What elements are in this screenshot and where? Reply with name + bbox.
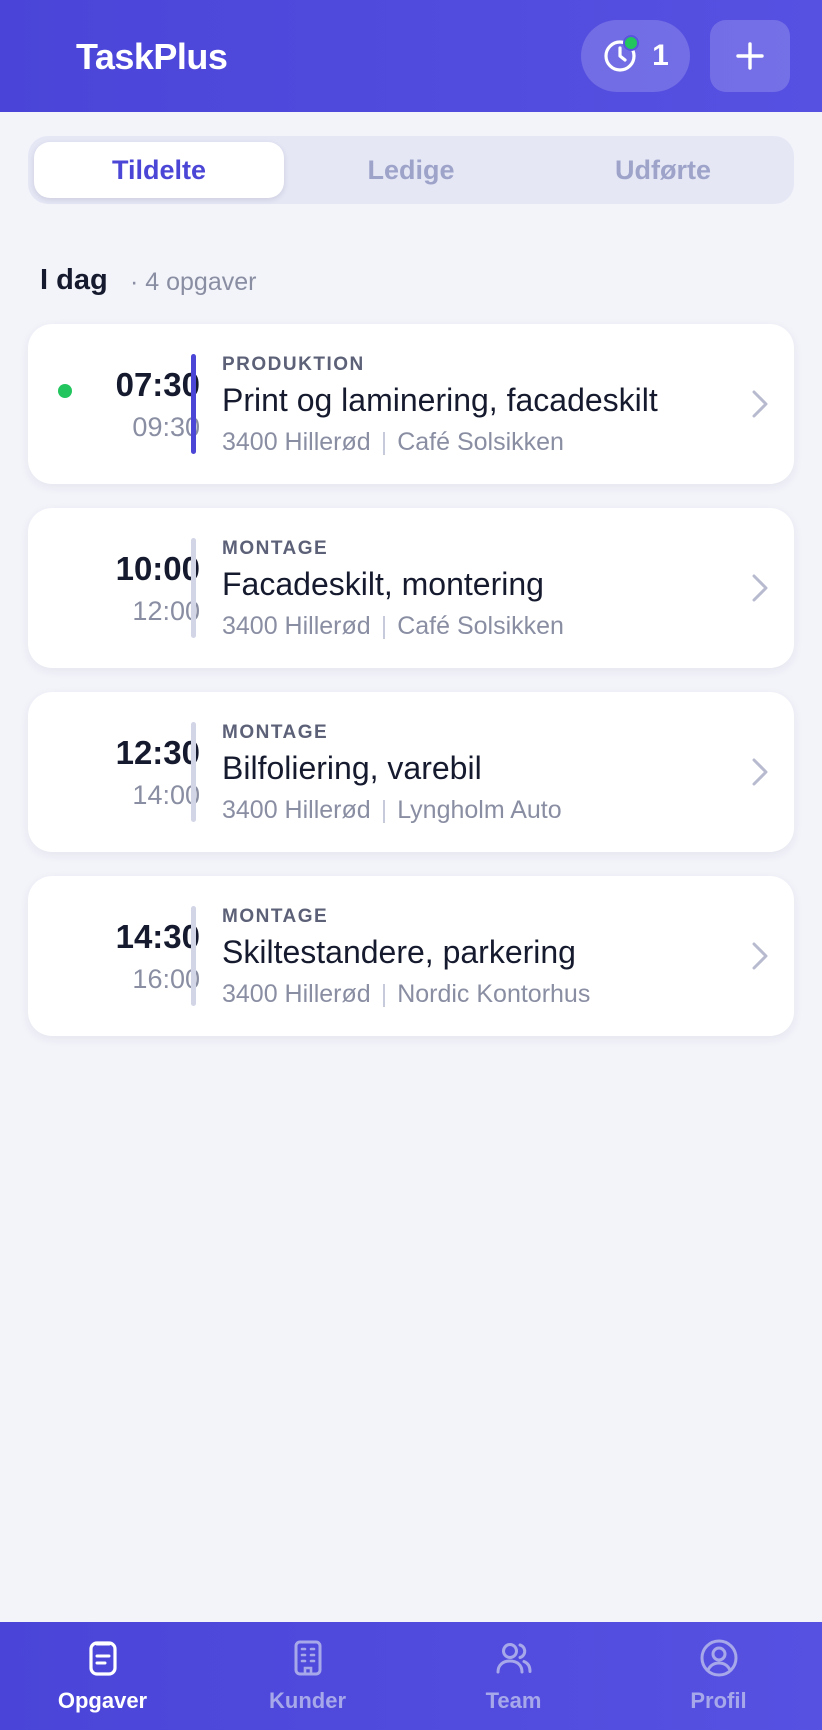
user-circle-icon [700, 1639, 737, 1677]
app-header: TaskPlus 1 [0, 0, 822, 112]
timer-count: 1 [652, 39, 669, 72]
active-timer-button[interactable]: 1 [581, 20, 690, 92]
task-title: Skiltestandere, parkering [222, 934, 576, 970]
building-icon [294, 1640, 321, 1676]
task-category: MONTAGE [222, 906, 329, 927]
task-location: 3400 Hillerød [222, 980, 371, 1008]
nav-label: Team [485, 1688, 542, 1713]
users-icon [496, 1643, 531, 1674]
plus-icon [736, 42, 764, 70]
app-title: TaskPlus [76, 36, 228, 77]
clipboard-icon [88, 1641, 117, 1676]
task-meta: 3400 Hillerød | Lyngholm Auto [222, 796, 562, 825]
task-card[interactable]: 10:00 12:00 MONTAGE Facadeskilt, monteri… [28, 508, 794, 668]
add-task-button[interactable] [710, 20, 790, 92]
section-title: I dag [40, 264, 108, 296]
task-meta: 3400 Hillerød | Café Solsikken [222, 612, 564, 641]
task-divider [191, 906, 196, 1006]
bottom-navigation: Opgaver Kunder Team Profil [0, 1622, 822, 1730]
chevron-right-icon [752, 574, 768, 602]
tab-ledige[interactable]: Ledige [286, 142, 536, 198]
task-divider [191, 538, 196, 638]
task-start-time: 10:00 [115, 550, 200, 587]
meta-separator: | [380, 980, 388, 1008]
task-start-time: 12:30 [115, 734, 200, 771]
section-task-count: · 4 opgaver [130, 268, 257, 296]
task-card[interactable]: 14:30 16:00 MONTAGE Skiltestandere, park… [28, 876, 794, 1036]
nav-label: Opgaver [57, 1688, 148, 1713]
task-category: MONTAGE [222, 538, 329, 559]
clock-icon [602, 35, 640, 74]
task-title: Bilfoliering, varebil [222, 750, 482, 786]
task-end-time: 09:30 [132, 412, 200, 442]
chevron-right-icon [752, 758, 768, 786]
task-divider [191, 354, 196, 454]
task-meta: 3400 Hillerød | Café Solsikken [222, 428, 564, 457]
task-end-time: 12:00 [132, 596, 200, 626]
task-end-time: 14:00 [132, 780, 200, 810]
meta-separator: | [380, 796, 388, 824]
task-location: 3400 Hillerød [222, 796, 371, 824]
meta-separator: | [380, 612, 388, 640]
task-start-time: 14:30 [115, 918, 200, 955]
tab-udforte[interactable]: Udførte [538, 142, 788, 198]
nav-label: Profil [690, 1688, 747, 1713]
nav-item-profil[interactable]: Profil [616, 1622, 821, 1730]
task-title: Print og laminering, facadeskilt [222, 382, 658, 418]
task-start-time: 07:30 [115, 366, 200, 403]
task-end-time: 16:00 [132, 964, 200, 994]
task-location: 3400 Hillerød [222, 612, 371, 640]
chevron-right-icon [752, 390, 768, 418]
task-customer: Café Solsikken [397, 428, 564, 456]
task-filter-tabs: Tildelte Ledige Udførte [28, 136, 794, 204]
nav-item-opgaver[interactable]: Opgaver [0, 1622, 205, 1730]
meta-separator: | [380, 428, 388, 456]
task-title: Facadeskilt, montering [222, 566, 544, 602]
chevron-right-icon [752, 942, 768, 970]
task-card[interactable]: 12:30 14:00 MONTAGE Bilfoliering, varebi… [28, 692, 794, 852]
task-category: MONTAGE [222, 722, 329, 743]
nav-label: Kunder [269, 1688, 346, 1713]
in-progress-dot [58, 384, 72, 398]
nav-item-team[interactable]: Team [411, 1622, 616, 1730]
task-customer: Café Solsikken [397, 612, 564, 640]
tab-tildelte[interactable]: Tildelte [34, 142, 284, 198]
task-customer: Lyngholm Auto [397, 796, 562, 824]
task-meta: 3400 Hillerød | Nordic Kontorhus [222, 980, 590, 1009]
task-customer: Nordic Kontorhus [397, 980, 591, 1008]
task-divider [191, 722, 196, 822]
task-card[interactable]: 07:30 09:30 PRODUKTION Print og lamineri… [28, 324, 794, 484]
task-category: PRODUKTION [222, 354, 365, 375]
task-location: 3400 Hillerød [222, 428, 371, 456]
nav-item-kunder[interactable]: Kunder [205, 1622, 410, 1730]
